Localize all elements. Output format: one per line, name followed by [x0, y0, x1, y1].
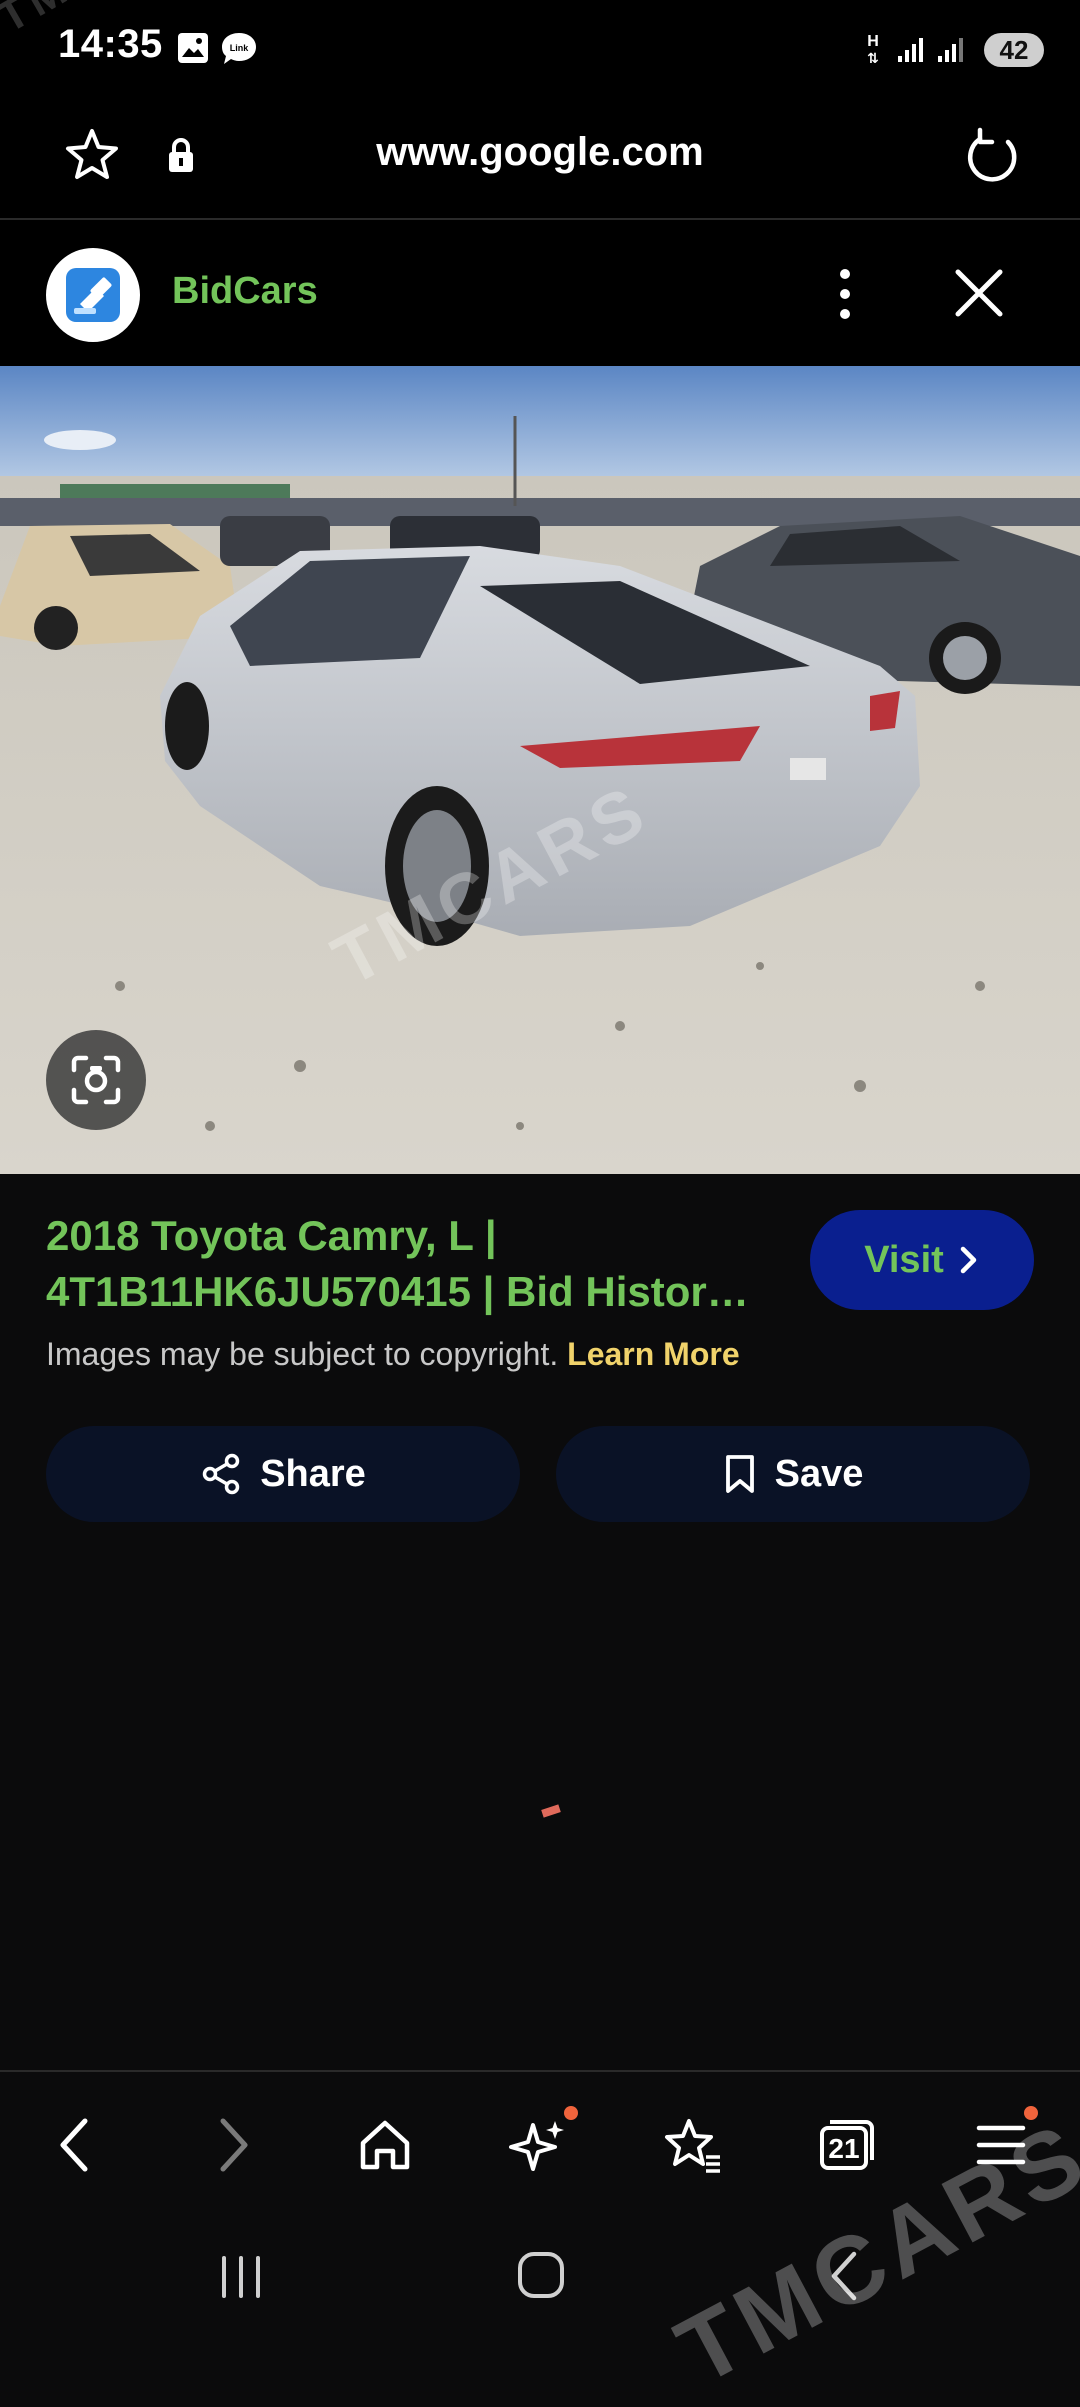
- ai-assistant-button[interactable]: [506, 2106, 578, 2178]
- car-photo[interactable]: [0, 366, 1080, 1174]
- lens-icon: [71, 1055, 121, 1105]
- bookmarks-button[interactable]: [660, 2112, 726, 2178]
- link-icon: Link: [222, 33, 256, 64]
- battery-indicator: 42: [984, 33, 1044, 67]
- sparkle-icon: [509, 2121, 564, 2171]
- tabs-button[interactable]: 21: [814, 2112, 880, 2178]
- save-button[interactable]: Save: [556, 1426, 1030, 1522]
- status-indicators: H ⇅ 42: [860, 28, 1044, 72]
- chevron-right-icon: [960, 1246, 977, 1274]
- reload-icon[interactable]: [962, 126, 1024, 188]
- network-type-icon: H ⇅: [867, 32, 879, 66]
- result-title-line-1[interactable]: 2018 Toyota Camry, L |: [46, 1208, 786, 1264]
- back-arrow-icon: [60, 2118, 88, 2172]
- home-icon: [360, 2120, 410, 2170]
- source-name[interactable]: BidCars: [172, 270, 318, 313]
- status-time: 14:35: [58, 22, 163, 66]
- copyright-text: Images may be subject to copyright.: [46, 1336, 559, 1372]
- more-options-icon[interactable]: [830, 264, 860, 324]
- lens-search-button[interactable]: [46, 1030, 146, 1130]
- share-label: Share: [260, 1452, 366, 1495]
- visit-button[interactable]: Visit: [810, 1210, 1034, 1310]
- notification-dot: [564, 2106, 578, 2120]
- forward-arrow-icon: [220, 2118, 248, 2172]
- signal-icon: [938, 38, 963, 62]
- image-icon: [178, 33, 208, 63]
- save-label: Save: [774, 1452, 864, 1495]
- url-text[interactable]: www.google.com: [0, 130, 1080, 175]
- tabs-count: 21: [828, 2133, 860, 2164]
- system-home-icon[interactable]: [516, 2250, 566, 2300]
- learn-more-link[interactable]: Learn More: [567, 1336, 739, 1372]
- share-button[interactable]: Share: [46, 1426, 520, 1522]
- browser-url-bar: www.google.com: [0, 100, 1080, 220]
- stray-mark: [541, 1804, 561, 1818]
- svg-text:Link: Link: [230, 43, 249, 53]
- close-icon[interactable]: [950, 264, 1008, 322]
- bidcars-logo: [46, 248, 140, 342]
- bidcars-logo-icon: [66, 268, 120, 322]
- visit-label: Visit: [864, 1238, 944, 1281]
- recents-icon[interactable]: [216, 2254, 266, 2300]
- bookmark-icon: [725, 1455, 754, 1493]
- share-icon: [202, 1453, 240, 1495]
- bookmarks-star-icon: [665, 2119, 720, 2173]
- signal-icon: [898, 38, 923, 62]
- source-header: BidCars: [0, 220, 1080, 366]
- result-title-line-2[interactable]: 4T1B11HK6JU570415 | Bid Histor…: [46, 1264, 786, 1320]
- result-title[interactable]: 2018 Toyota Camry, L | 4T1B11HK6JU570415…: [46, 1208, 786, 1320]
- car-photo-image: [0, 366, 1080, 1174]
- copyright-notice: Images may be subject to copyright. Lear…: [46, 1336, 740, 1373]
- home-button[interactable]: [352, 2112, 418, 2178]
- back-button[interactable]: [42, 2112, 108, 2178]
- status-bar: 14:35 Link H ⇅ 42: [0, 0, 1080, 100]
- forward-button[interactable]: [200, 2112, 266, 2178]
